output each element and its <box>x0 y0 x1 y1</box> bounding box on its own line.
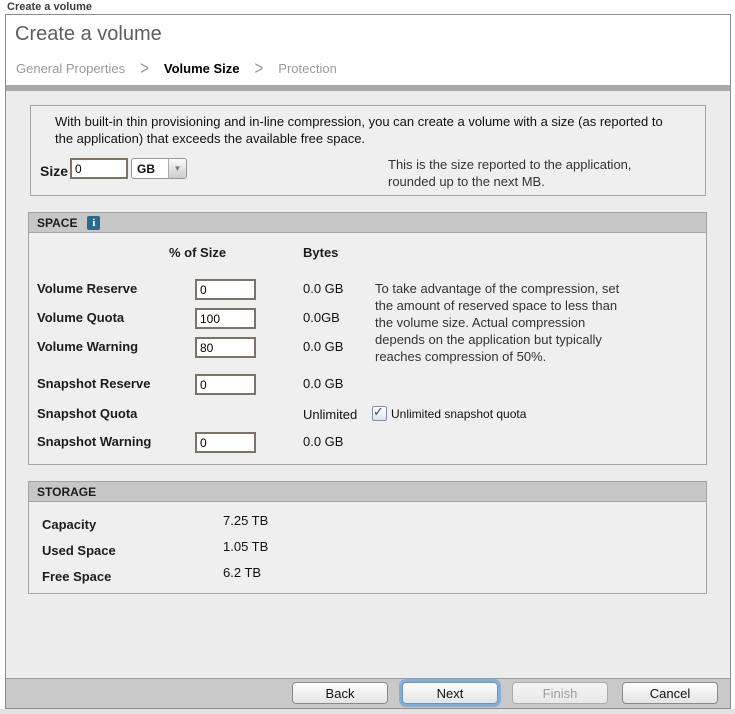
storage-panel: Capacity 7.25 TB Used Space 1.05 TB Free… <box>28 501 707 594</box>
page-title: Create a volume <box>15 23 162 45</box>
checkmark-icon: ✓ <box>373 404 384 419</box>
capacity-value: 7.25 TB <box>223 513 269 528</box>
volume-quota-input[interactable] <box>195 308 256 329</box>
snapshot-warning-label: Snapshot Warning <box>37 434 152 449</box>
volume-warning-input[interactable] <box>195 337 256 358</box>
back-button[interactable]: Back <box>292 682 388 704</box>
dropdown-arrow-icon: ▼ <box>168 159 186 178</box>
chevron-right-icon: > <box>254 57 264 80</box>
window-bottom-strip <box>0 709 735 714</box>
wizard-steps: General Properties > Volume Size > Prote… <box>16 57 337 80</box>
space-section-title: SPACE <box>37 215 78 230</box>
volume-warning-bytes: 0.0 GB <box>303 339 344 354</box>
step-volume-size[interactable]: Volume Size <box>164 61 240 76</box>
compression-note: To take advantage of the compression, se… <box>375 281 620 364</box>
column-header-percent: % of Size <box>169 245 227 260</box>
chevron-right-icon: > <box>140 57 149 80</box>
snapshot-warning-input[interactable] <box>195 432 256 453</box>
wizard-body: With built-in thin provisioning and in-l… <box>6 91 730 678</box>
cancel-button[interactable]: Cancel <box>622 682 718 704</box>
used-space-label: Used Space <box>42 543 116 558</box>
size-input[interactable] <box>70 158 128 179</box>
storage-section-title: STORAGE <box>37 484 97 499</box>
size-unit-value: GB <box>137 162 155 176</box>
step-general-properties[interactable]: General Properties <box>16 61 125 76</box>
info-icon[interactable]: i <box>87 215 101 230</box>
create-volume-dialog: Create a volume General Properties > Vol… <box>5 14 731 709</box>
create-volume-window: Create a volume Create a volume General … <box>0 0 735 714</box>
size-label: Size <box>40 163 69 179</box>
volume-reserve-bytes: 0.0 GB <box>303 281 344 296</box>
used-space-value: 1.05 TB <box>223 539 269 554</box>
volume-reserve-label: Volume Reserve <box>37 281 138 296</box>
snapshot-quota-label: Snapshot Quota <box>37 406 138 421</box>
capacity-label: Capacity <box>42 517 97 532</box>
wizard-header: Create a volume General Properties > Vol… <box>6 15 730 85</box>
free-space-value: 6.2 TB <box>223 565 262 580</box>
finish-button[interactable]: Finish <box>512 682 608 704</box>
window-title: Create a volume <box>7 1 92 13</box>
space-section-header: SPACE i <box>28 212 707 233</box>
storage-section-header: STORAGE <box>28 481 707 502</box>
size-note: This is the size reported to the applica… <box>388 157 632 189</box>
column-header-bytes: Bytes <box>303 245 339 260</box>
thin-provisioning-description: With built-in thin provisioning and in-l… <box>55 114 663 146</box>
snapshot-reserve-label: Snapshot Reserve <box>37 376 151 391</box>
volume-warning-label: Volume Warning <box>37 339 139 354</box>
next-button[interactable]: Next <box>402 682 498 704</box>
volume-quota-bytes: 0.0GB <box>303 310 340 325</box>
volume-quota-label: Volume Quota <box>37 310 125 325</box>
snapshot-reserve-bytes: 0.0 GB <box>303 376 344 391</box>
wizard-footer: Back Next Finish Cancel <box>6 678 730 708</box>
snapshot-reserve-input[interactable] <box>195 374 256 395</box>
snapshot-warning-bytes: 0.0 GB <box>303 434 344 449</box>
unlimited-quota-checkbox[interactable]: ✓ <box>372 404 387 421</box>
size-unit-select[interactable]: GB ▼ <box>131 158 187 179</box>
step-protection[interactable]: Protection <box>278 61 337 76</box>
size-panel: With built-in thin provisioning and in-l… <box>30 105 706 196</box>
space-panel: % of Size Bytes Volume Reserve 0.0 GB Vo… <box>28 232 707 465</box>
free-space-label: Free Space <box>42 569 112 584</box>
snapshot-quota-bytes: Unlimited <box>303 407 358 422</box>
unlimited-quota-checkbox-label[interactable]: Unlimited snapshot quota <box>391 407 526 421</box>
volume-reserve-input[interactable] <box>195 279 256 300</box>
